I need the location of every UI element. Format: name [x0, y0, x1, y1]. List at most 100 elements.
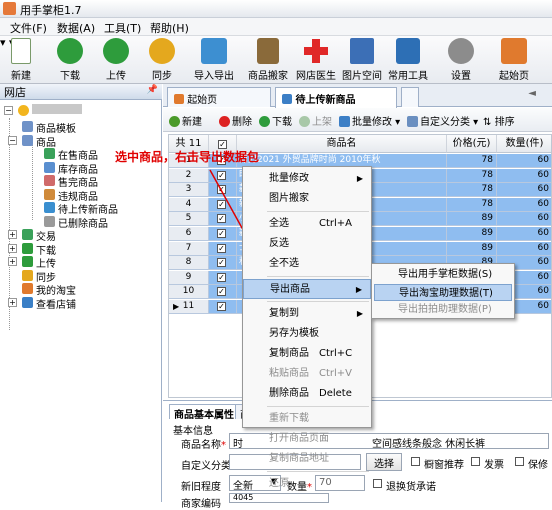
row-checkbox[interactable]: ✓ — [217, 214, 226, 224]
expand-icon[interactable]: + — [8, 257, 17, 266]
toolbar-sync-button[interactable]: 同步 — [144, 38, 180, 82]
context-menu-item[interactable]: 复制到 ▶ — [243, 304, 371, 324]
menu-tools[interactable]: 工具(T) — [104, 20, 141, 36]
row-check-cell[interactable]: ✓ — [209, 285, 237, 300]
select-category-button[interactable]: 选择 — [366, 453, 402, 471]
grid-delete-button[interactable]: 删除 — [219, 113, 252, 128]
qty-cell: 60 — [497, 212, 551, 227]
price-cell: 78 — [447, 197, 497, 212]
row-checkbox[interactable]: ✓ — [217, 199, 226, 209]
grid-list-button[interactable]: 上架 — [299, 113, 332, 128]
grid-sort-button[interactable]: ⇅ 排序 — [483, 113, 515, 128]
row-checkbox[interactable]: ✓ — [217, 302, 226, 311]
context-menu-item[interactable]: 反选 — [243, 234, 371, 254]
tree-item-label: 查看店铺 — [36, 299, 76, 311]
context-menu-item[interactable]: 导出商品 ▶ — [243, 279, 371, 299]
tab-new[interactable] — [401, 87, 419, 107]
return-promise-label: 退换货承诺 — [386, 482, 436, 493]
export-submenu-item[interactable]: 导出淘宝助理数据(T) — [374, 283, 512, 301]
context-menu-item[interactable]: 复制商品 Ctrl+C — [243, 344, 371, 364]
row-check-cell[interactable]: ✓ — [209, 197, 237, 212]
export-submenu-item[interactable]: 导出拍拍助理数据(P) — [374, 301, 512, 318]
row-number: 8 — [169, 256, 209, 271]
menu-data[interactable]: 数据(A) — [57, 20, 95, 36]
toolbar-common-tools-button[interactable]: 常用工具 — [386, 38, 430, 82]
warranty-checkbox[interactable] — [515, 457, 524, 466]
context-menu-item-label: 全不选 — [269, 258, 299, 269]
tree-node-icon — [22, 296, 33, 308]
return-promise-checkbox[interactable] — [373, 479, 382, 488]
toolbar-upload-button[interactable]: 上传 — [98, 38, 134, 82]
row-check-cell[interactable]: ✓ — [209, 183, 237, 198]
toolbar-download-button[interactable]: 下载 — [52, 38, 88, 82]
context-menu-item[interactable]: 重新下载 — [243, 409, 371, 429]
row-check-cell[interactable]: ✓ — [209, 270, 237, 285]
col-header-name[interactable]: 商品名 — [237, 135, 447, 153]
menu-separator — [267, 276, 369, 277]
row-number: 7 — [169, 241, 209, 256]
expand-icon[interactable]: + — [8, 243, 17, 253]
collapse-icon[interactable]: − — [4, 106, 13, 115]
row-check-cell[interactable]: ✓ — [209, 256, 237, 271]
app-logo-icon — [3, 2, 16, 15]
grid-batch-edit-button[interactable]: 批量修改 ▾ — [339, 113, 400, 128]
expand-icon[interactable]: + — [8, 230, 17, 239]
goods-name-value: 时 — [233, 439, 243, 449]
toolbar-move-goods-button[interactable]: 商品搬家 — [246, 38, 290, 82]
row-checkbox[interactable]: ✓ — [217, 170, 226, 180]
toolbar-picture-space-button[interactable]: 图片空间 — [340, 38, 384, 82]
grid-toolbar: 新建 删除 下载 上架 批量修改 ▾ 自定义分类 ▾ ⇅ 排序 — [163, 108, 552, 132]
tab-basic-attributes[interactable]: 商品基本属性 — [169, 404, 239, 421]
invoice-checkbox[interactable] — [471, 457, 480, 466]
context-menu-item-label: 复制到 — [269, 308, 299, 319]
toolbar-home-button[interactable]: 起始页 — [494, 38, 534, 82]
row-check-cell[interactable]: ✓ — [209, 241, 237, 256]
context-menu-item[interactable]: 全选 Ctrl+A — [243, 214, 371, 234]
grid-new-button[interactable]: 新建 — [169, 113, 202, 128]
menu-file[interactable]: 文件(F) — [10, 20, 47, 36]
tree-item-label: 商品 — [36, 137, 56, 149]
row-check-cell[interactable]: ✓ — [209, 212, 237, 227]
toolbar-import-export-button[interactable]: 导入导出 — [192, 38, 236, 82]
context-menu-item[interactable]: 复制商品地址 — [243, 449, 371, 469]
row-checkbox[interactable]: ✓ — [217, 243, 226, 253]
required-mark: * — [221, 440, 226, 451]
context-menu-item[interactable]: 还原 — [243, 474, 371, 494]
tab-scroll-left-icon[interactable]: ◄ — [528, 88, 536, 99]
row-check-cell[interactable]: ✓ — [209, 227, 237, 241]
grid-download-button[interactable]: 下载 — [259, 113, 292, 128]
row-check-cell[interactable]: ✓ — [209, 168, 237, 183]
row-checkbox[interactable]: ✓ — [217, 272, 226, 282]
col-header-qty[interactable]: 数量(件) — [497, 135, 551, 153]
context-menu-item[interactable]: 批量修改 ▶ — [243, 169, 371, 189]
context-menu-item[interactable]: 删除商品 Delete — [243, 384, 371, 404]
toolbar-new-button[interactable]: 新建 — [4, 38, 38, 82]
row-checkbox[interactable]: ✓ — [217, 287, 226, 297]
tab-pending-upload[interactable]: 待上传新商品 — [275, 87, 397, 108]
collapse-icon[interactable]: − — [8, 135, 17, 145]
row-check-cell[interactable]: ✓ — [209, 300, 237, 314]
window-recommend-checkbox[interactable] — [411, 457, 420, 466]
row-checkbox[interactable]: ✓ — [217, 258, 226, 268]
export-submenu-item[interactable]: 导出用手掌柜数据(S) — [374, 266, 512, 283]
context-menu-item[interactable]: 图片搬家 — [243, 189, 371, 209]
grid-custom-category-button[interactable]: 自定义分类 ▾ — [407, 113, 478, 128]
toolbar-import-export-label: 导入导出 — [194, 71, 234, 82]
sync-icon — [149, 38, 175, 64]
pin-icon[interactable]: 📌 — [147, 85, 158, 95]
toolbar-shop-doctor-button[interactable]: 网店医生 — [294, 38, 338, 82]
toolbar-settings-button[interactable]: 设置 — [444, 38, 478, 82]
context-menu-item[interactable]: 粘贴商品 Ctrl+V — [243, 364, 371, 384]
context-menu-item[interactable]: 打开商品页面 — [243, 429, 371, 449]
context-menu-item[interactable]: 另存为模板 — [243, 324, 371, 344]
merchant-code-label: 商家编码 — [181, 499, 221, 510]
menu-help[interactable]: 帮助(H) — [150, 20, 189, 36]
row-checkbox[interactable]: ✓ — [217, 185, 226, 195]
row-checkbox[interactable]: ✓ — [217, 229, 226, 238]
context-menu-item[interactable]: 全不选 — [243, 254, 371, 274]
tab-start-page[interactable]: 起始页 — [167, 87, 271, 107]
col-header-price[interactable]: 价格(元) — [447, 135, 497, 153]
grid-download-label: 下载 — [272, 117, 292, 128]
expand-icon[interactable]: + — [8, 297, 17, 307]
shortcut-label: Ctrl+C — [319, 348, 353, 359]
